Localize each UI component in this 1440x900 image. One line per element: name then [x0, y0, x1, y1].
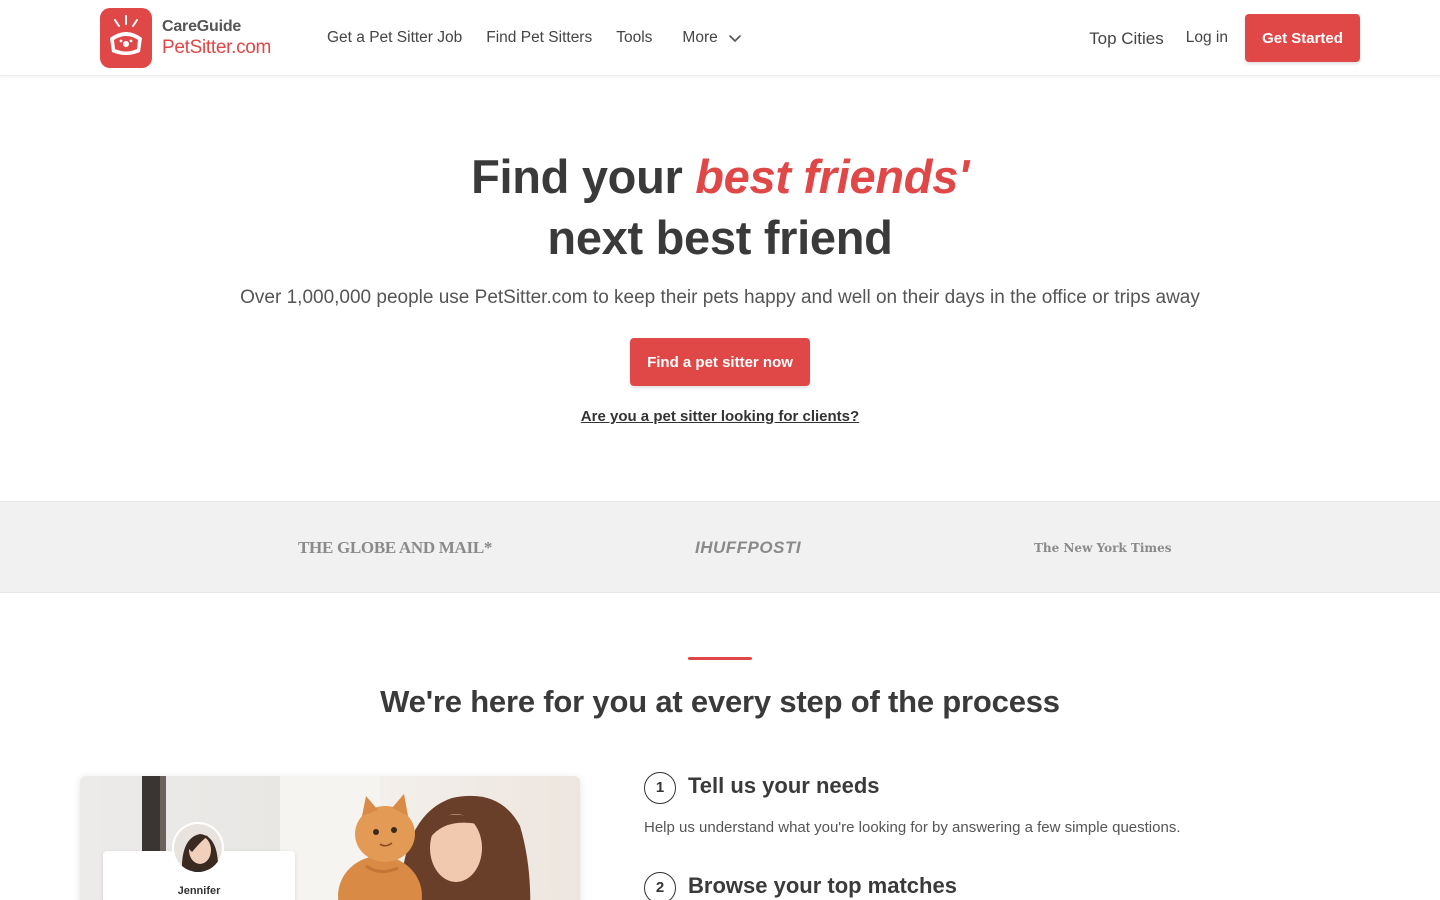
brand-logo[interactable]: CareGuide PetSitter.com [100, 8, 271, 68]
site-header: CareGuide PetSitter.com Get a Pet Sitter… [0, 0, 1440, 76]
nav-more-label: More [682, 29, 718, 46]
sitter-avatar [172, 822, 224, 874]
hero-title-accent: best friends' [695, 150, 969, 203]
chevron-down-icon [728, 31, 742, 45]
nav-item-pet-sitter-job[interactable]: Get a Pet Sitter Job [327, 29, 462, 47]
brand-name-top: CareGuide [162, 18, 242, 35]
header-actions: Top Cities Log in Get Started [1089, 14, 1360, 62]
sitter-link-wrap: Are you a pet sitter looking for clients… [0, 408, 1440, 426]
section-divider [688, 657, 752, 660]
login-link[interactable]: Log in [1186, 29, 1228, 47]
step-number-badge: 2 [644, 872, 676, 900]
globe-and-mail-logo: THE GLOBE AND MAIL* [298, 538, 493, 557]
main-nav: Get a Pet Sitter Job Find Pet Sitters To… [327, 0, 766, 76]
hero-title-line2: next best friend [547, 211, 893, 264]
hero-title-prefix: Find your [471, 150, 696, 203]
step-number-badge: 1 [644, 772, 676, 804]
nav-item-find-pet-sitters[interactable]: Find Pet Sitters [486, 29, 592, 47]
press-logos-band: THE GLOBE AND MAIL* IHUFFPOSTI The New Y… [0, 501, 1440, 593]
pet-bowl-logo-icon [100, 8, 152, 68]
nav-item-more[interactable]: More [682, 29, 741, 47]
find-pet-sitter-button[interactable]: Find a pet sitter now [630, 338, 810, 386]
woman-with-cat-photo: Jennifer [80, 776, 580, 900]
hero-title: Find your best friends' next best friend [0, 146, 1440, 268]
new-york-times-logo: The New York Times [1034, 541, 1172, 555]
sitter-profile-name: Jennifer [177, 885, 221, 897]
pet-sitter-clients-link[interactable]: Are you a pet sitter looking for clients… [581, 408, 859, 425]
hero-subtitle: Over 1,000,000 people use PetSitter.com … [240, 287, 1200, 308]
step-description: Help us understand what you're looking f… [644, 819, 1181, 836]
process-section-title: We're here for you at every step of the … [380, 684, 1060, 719]
step-title: Tell us your needs [688, 773, 880, 798]
get-started-button[interactable]: Get Started [1245, 14, 1360, 62]
nav-item-tools[interactable]: Tools [616, 29, 652, 47]
step-title: Browse your top matches [688, 873, 957, 898]
top-cities-link[interactable]: Top Cities [1089, 29, 1164, 49]
huffpost-logo: IHUFFPOSTI [695, 538, 802, 557]
brand-name-bottom: PetSitter.com [162, 37, 272, 58]
